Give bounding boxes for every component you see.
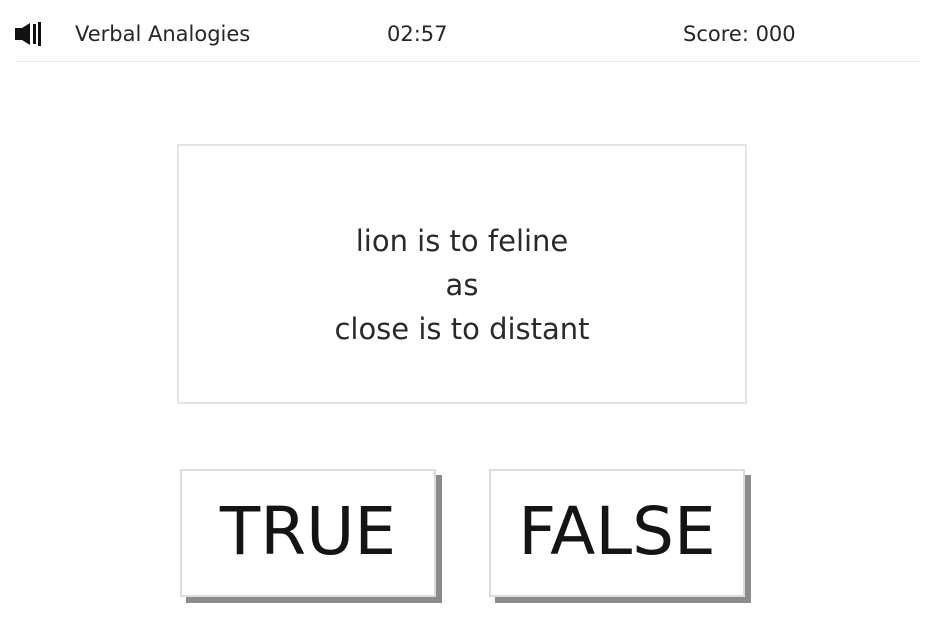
analogy-line-second: close is to distant	[334, 312, 590, 346]
analogy-text: lion is to feline as close is to distant	[179, 219, 745, 351]
analogy-line-connector: as	[445, 268, 479, 302]
top-bar: Verbal Analogies 02:57 Score: 000	[0, 0, 936, 62]
countdown-timer: 02:57	[387, 22, 448, 46]
false-button[interactable]: FALSE	[489, 469, 745, 597]
header-divider	[16, 61, 920, 62]
true-button[interactable]: TRUE	[180, 469, 436, 597]
analogy-line-first: lion is to feline	[355, 224, 569, 258]
analogy-card: lion is to feline as close is to distant	[177, 144, 747, 404]
speaker-icon[interactable]	[15, 20, 45, 48]
score-display: Score: 000	[683, 22, 796, 46]
game-title: Verbal Analogies	[75, 22, 251, 46]
